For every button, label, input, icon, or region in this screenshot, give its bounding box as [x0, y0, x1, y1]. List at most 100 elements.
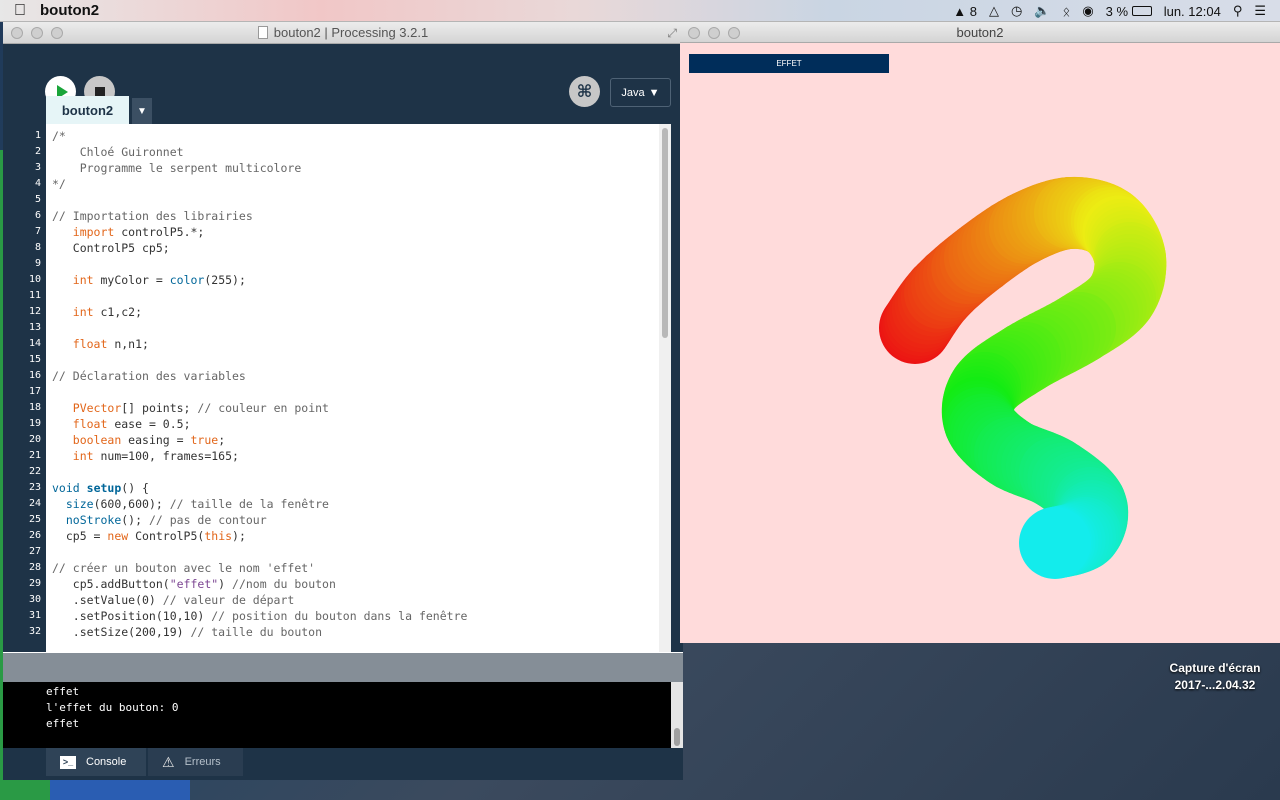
code-line: 15 — [3, 352, 671, 368]
console-line: l'effet du bouton: 0 — [46, 701, 179, 714]
line-number: 11 — [28, 290, 41, 301]
code-line: 10 int myColor = color(255); — [3, 272, 671, 288]
line-number: 29 — [28, 578, 41, 589]
tab-console-label: Console — [86, 756, 127, 768]
line-number: 26 — [28, 530, 41, 541]
stop-icon — [94, 86, 105, 97]
code-line: 9 — [3, 256, 671, 272]
code-editor[interactable]: 1/* 2 Chloé Guironnet 3 Programme le serpe… — [3, 124, 671, 660]
drive-icon[interactable]: △ — [983, 0, 1005, 22]
sketch-titlebar[interactable]: bouton2 — [680, 22, 1280, 43]
battery-icon — [1131, 6, 1152, 16]
line-number: 8 — [34, 242, 41, 253]
close-window-button[interactable] — [11, 27, 23, 39]
desktop-file-label-line1: Capture d'écran — [1169, 661, 1261, 675]
code-line: 1 /* — [3, 128, 671, 144]
code-line: 20 boolean easing = true; — [3, 432, 671, 448]
desktop-background — [50, 780, 190, 800]
code-text: import controlP5.*; — [72, 225, 205, 239]
line-number: 31 — [28, 610, 41, 621]
tab-bouton2[interactable]: bouton2 — [46, 96, 129, 124]
code-line: 21 int num=100, frames=165; — [3, 448, 671, 464]
code-text: ControlP5 cp5; — [52, 241, 170, 255]
code-line: 18 PVector[] points; // couleur en point — [3, 400, 671, 416]
code-text: // Déclaration des variables — [52, 369, 246, 383]
time-machine-icon[interactable]: ◷ — [1005, 0, 1028, 22]
battery-status[interactable]: 3 % — [1100, 0, 1158, 22]
menubar-status-area: ▲ 8 △ ◷ 🔈 ᛟ ◉ 3 % lun. 12:04 ⚲ ☰ — [947, 0, 1272, 22]
line-number: 16 — [28, 370, 41, 381]
processing-editor-window: bouton2 | Processing 3.2.1 ⤢ ⌘ Java ▼ bo… — [3, 22, 683, 780]
code-line: 14 float n,n1; — [3, 336, 671, 352]
code-text: .setPosition(10,10) // position du bouto… — [52, 609, 468, 623]
line-number: 20 — [28, 434, 41, 445]
fullscreen-icon[interactable]: ⤢ — [667, 26, 677, 41]
line-number: 25 — [28, 514, 41, 525]
line-number: 21 — [28, 450, 41, 461]
tab-menu-button[interactable]: ▼ — [132, 98, 152, 124]
desktop-file-label-line2: 2017-...2.04.32 — [1174, 678, 1256, 692]
message-bar — [3, 652, 683, 682]
code-scrollbar-thumb[interactable] — [662, 128, 668, 338]
console-scrollbar-thumb[interactable] — [674, 728, 680, 746]
code-text: PVector[] points; // couleur en point — [72, 401, 329, 415]
effet-button[interactable]: EFFET — [689, 54, 889, 73]
editor-titlebar[interactable]: bouton2 | Processing 3.2.1 ⤢ — [3, 22, 683, 44]
code-line: 7 import controlP5.*; — [3, 224, 671, 240]
console-line: effet — [46, 717, 80, 730]
code-line: 23 void setup() { — [3, 480, 671, 496]
zoom-window-button[interactable] — [728, 27, 740, 39]
menubar-app-name[interactable]: bouton2 — [40, 2, 99, 19]
code-line: 3 Programme le serpent multicolore — [3, 160, 671, 176]
code-text: .setValue(0) // valeur de départ — [52, 593, 295, 607]
code-line: 31 .setPosition(10,10) // position du bo… — [3, 608, 671, 624]
line-number: 32 — [28, 626, 41, 637]
multicolor-serpent — [879, 176, 1167, 579]
line-number: 15 — [28, 354, 41, 365]
code-text: cp5 = new ControlP5(this); — [52, 529, 246, 543]
code-line: 27 — [3, 544, 671, 560]
adobe-icon: ▲ — [953, 3, 967, 19]
tab-errors-label: Erreurs — [184, 756, 221, 768]
sketch-tabbar: bouton2 ▼ — [3, 96, 683, 124]
notification-center-icon[interactable]: ☰ — [1248, 0, 1272, 22]
menubar:  bouton2 ▲ 8 △ ◷ 🔈 ᛟ ◉ 3 % lun. 12:04 ⚲… — [0, 0, 1280, 22]
document-icon — [257, 26, 268, 39]
tab-console[interactable]: >_ Console — [46, 748, 146, 776]
chevron-down-icon: ▼ — [137, 105, 147, 117]
code-line: 25 noStroke(); // pas de contour — [3, 512, 671, 528]
bluetooth-icon[interactable]: ᛟ — [1057, 0, 1077, 22]
code-line: 8 ControlP5 cp5; — [3, 240, 671, 256]
line-number: 24 — [28, 498, 41, 509]
adobe-menu-extra[interactable]: ▲ 8 — [947, 0, 983, 22]
code-line: 19 float ease = 0.5; — [3, 416, 671, 432]
code-text: float ease = 0.5; — [72, 417, 191, 431]
zoom-window-button[interactable] — [51, 27, 63, 39]
volume-icon[interactable]: 🔈 — [1028, 0, 1056, 22]
close-window-button[interactable] — [688, 27, 700, 39]
code-text: .setSize(200,19) // taille du bouton — [52, 625, 323, 639]
tab-errors[interactable]: ⚠ Erreurs — [148, 748, 243, 776]
line-number: 19 — [28, 418, 41, 429]
minimize-window-button[interactable] — [708, 27, 720, 39]
code-text: float n,n1; — [72, 337, 149, 351]
clock[interactable]: lun. 12:04 — [1158, 0, 1227, 22]
code-line: 29 cp5.addButton("effet") //nom du bouto… — [3, 576, 671, 592]
warning-icon: ⚠ — [162, 753, 175, 770]
line-number: 10 — [28, 274, 41, 285]
bottom-tabbar: >_ Console ⚠ Erreurs — [3, 748, 683, 780]
line-number: 17 — [28, 386, 41, 397]
minimize-window-button[interactable] — [31, 27, 43, 39]
code-text: int num=100, frames=165; — [72, 449, 239, 463]
wifi-icon[interactable]: ◉ — [1076, 0, 1099, 22]
console-line: effet — [46, 685, 80, 698]
desktop-file-screenshot[interactable]: Capture d'écran 2017-...2.04.32 — [1150, 660, 1280, 694]
serpent-canvas — [879, 176, 1167, 579]
line-number: 28 — [28, 562, 41, 573]
spotlight-search-icon[interactable]: ⚲ — [1227, 0, 1249, 22]
line-number: 4 — [34, 178, 41, 189]
apple-menu-icon[interactable]:  — [0, 2, 40, 20]
code-text: void setup() { — [52, 481, 149, 495]
console-output[interactable]: effet l'effet du bouton: 0 effet — [3, 682, 683, 748]
code-line: 24 size(600,600); // taille de la fenêtr… — [3, 496, 671, 512]
